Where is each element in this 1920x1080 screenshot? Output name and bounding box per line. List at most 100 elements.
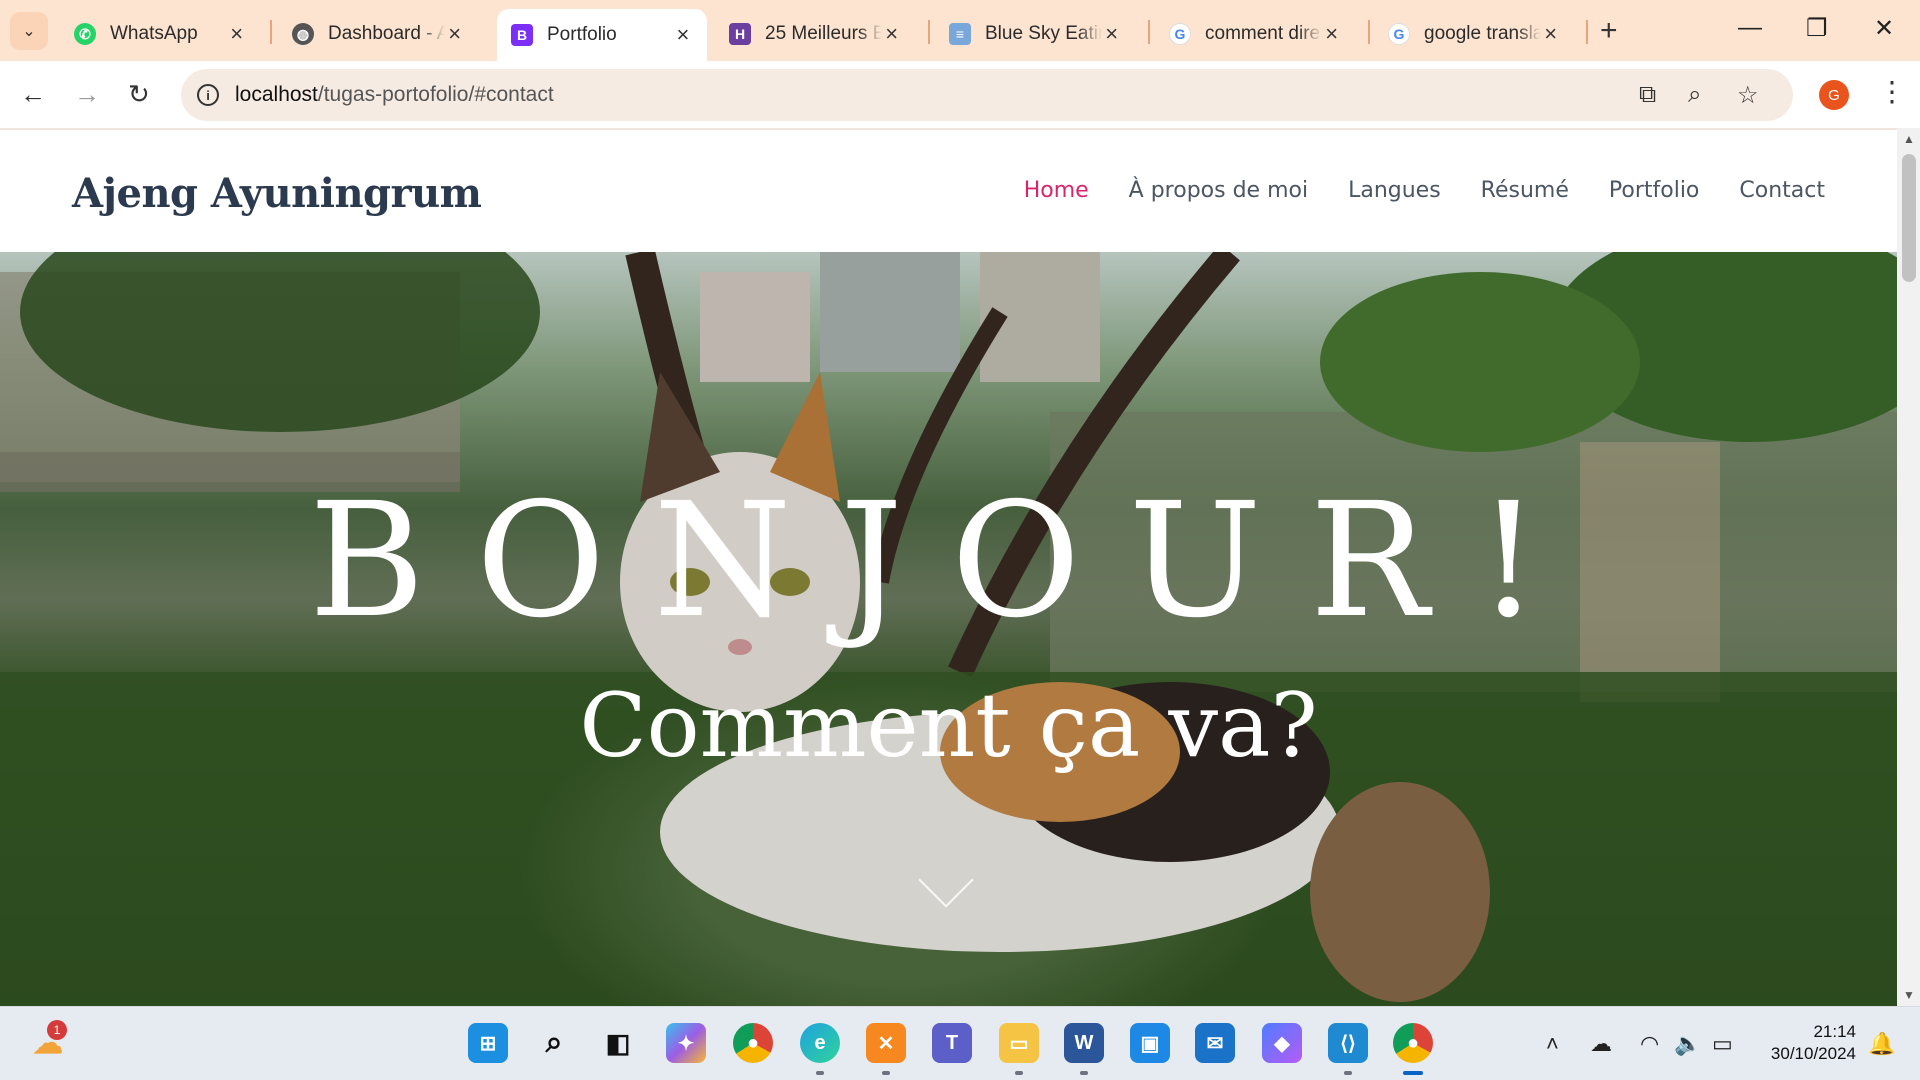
chevron-down-icon: ⌄	[22, 23, 36, 40]
tab-whatsapp[interactable]: ✆ WhatsApp ×	[60, 11, 260, 57]
new-tab-button[interactable]: +	[1600, 14, 1618, 48]
close-icon[interactable]: ×	[1541, 21, 1560, 47]
google-icon: G	[1169, 23, 1191, 45]
onedrive-icon[interactable]: ☁	[1590, 1031, 1612, 1057]
xampp-icon[interactable]: ✕	[866, 1023, 906, 1063]
clock-date: 30/10/2024	[1770, 1044, 1856, 1063]
search-icon[interactable]: ⌕	[534, 1023, 574, 1063]
active-indicator	[1403, 1071, 1423, 1075]
tab-strip: ⌄ ✆ WhatsApp × ◍ Dashboard - A × B Portf…	[0, 0, 1920, 61]
running-indicator	[1344, 1071, 1352, 1075]
tab-search-button[interactable]: ⌄	[10, 12, 48, 50]
translate-icon[interactable]: ⧉	[1639, 81, 1656, 109]
back-button[interactable]: ←	[20, 79, 46, 110]
store-icon[interactable]: ▣	[1130, 1023, 1170, 1063]
site-brand[interactable]: Ajeng Ayuningrum	[72, 170, 482, 217]
notification-bell-icon[interactable]: 🔔	[1868, 1031, 1895, 1057]
word-icon[interactable]: W	[1064, 1023, 1104, 1063]
site-header: Ajeng Ayuningrum Home À propos de moi La…	[0, 128, 1897, 252]
close-icon[interactable]: ×	[673, 22, 693, 48]
website-viewport: Ajeng Ayuningrum Home À propos de moi La…	[0, 128, 1897, 1006]
chrome-icon[interactable]: ●	[733, 1023, 773, 1063]
doc-icon: ≡	[949, 23, 971, 45]
url-host: localhost	[235, 83, 318, 106]
teams-icon[interactable]: T	[932, 1023, 972, 1063]
minimize-button[interactable]: —	[1738, 14, 1762, 42]
close-icon[interactable]: ×	[445, 21, 464, 47]
tab-title: WhatsApp	[110, 23, 198, 44]
bootstrap-icon: B	[511, 24, 533, 46]
scroll-down-icon[interactable]: ▼	[1903, 988, 1915, 1002]
vscode-icon[interactable]: ⟨⟩	[1328, 1023, 1368, 1063]
wifi-icon[interactable]: ◠	[1640, 1031, 1659, 1057]
copilot-icon[interactable]: ✦	[666, 1023, 706, 1063]
mail-icon[interactable]: ✉	[1195, 1023, 1235, 1063]
nav-languages[interactable]: Langues	[1348, 178, 1441, 203]
running-indicator	[816, 1071, 824, 1075]
reload-button[interactable]: ↻	[128, 79, 150, 110]
tab-title: Blue Sky Eatin	[985, 23, 1103, 44]
close-icon[interactable]: ×	[882, 21, 901, 47]
tab-separator	[1586, 20, 1588, 44]
running-indicator	[882, 1071, 890, 1075]
restore-button[interactable]: ❐	[1806, 14, 1828, 43]
address-bar[interactable]: i localhost/tugas-portofolio/#contact ⧉ …	[181, 69, 1793, 121]
clock-time: 21:14	[1813, 1022, 1856, 1041]
site-nav: Home À propos de moi Langues Résumé Port…	[1024, 178, 1825, 203]
browser-toolbar: ← → ↻ i localhost/tugas-portofolio/#cont…	[0, 61, 1920, 128]
close-icon[interactable]: ×	[1322, 21, 1341, 47]
tab-title: 25 Meilleurs E	[765, 23, 883, 44]
file-explorer-icon[interactable]: ▭	[999, 1023, 1039, 1063]
nav-portfolio[interactable]: Portfolio	[1609, 178, 1700, 203]
nav-about[interactable]: À propos de moi	[1129, 178, 1308, 203]
whatsapp-icon: ✆	[74, 23, 96, 45]
bookmark-star-icon[interactable]: ☆	[1737, 81, 1759, 110]
forward-button[interactable]: →	[74, 79, 100, 110]
tab-25-meilleurs[interactable]: H 25 Meilleurs E ×	[715, 11, 915, 57]
running-indicator	[1015, 1071, 1023, 1075]
info-icon[interactable]: i	[197, 84, 219, 106]
page-scrollbar[interactable]: ▲ ▼	[1897, 128, 1920, 1006]
profile-avatar[interactable]: G	[1819, 80, 1849, 110]
tab-title: google transla	[1424, 23, 1542, 44]
scroll-up-icon[interactable]: ▲	[1903, 132, 1915, 146]
h-icon: H	[729, 23, 751, 45]
battery-icon[interactable]: ▭	[1712, 1031, 1733, 1057]
close-icon[interactable]: ×	[227, 21, 246, 47]
tab-title: comment dire	[1205, 23, 1321, 44]
chevron-up-icon[interactable]: ˄	[1546, 1031, 1559, 1057]
tab-separator	[1368, 20, 1370, 44]
tab-portfolio[interactable]: B Portfolio ×	[497, 9, 707, 61]
scroll-thumb[interactable]	[1902, 154, 1916, 282]
system-clock[interactable]: 21:14 30/10/2024	[1760, 1021, 1856, 1065]
zoom-icon[interactable]: ⌕	[1688, 81, 1701, 109]
weather-badge: 1	[47, 1020, 67, 1040]
tab-blue-sky[interactable]: ≡ Blue Sky Eatin ×	[935, 11, 1135, 57]
url-path: /tugas-portofolio/#contact	[317, 83, 554, 106]
copilot-app-icon[interactable]: ◆	[1262, 1023, 1302, 1063]
tab-separator	[928, 20, 930, 44]
globe-icon: ◍	[292, 23, 314, 45]
google-icon: G	[1388, 23, 1410, 45]
tab-title: Dashboard - A	[328, 23, 446, 44]
menu-icon[interactable]: ⋮	[1878, 75, 1906, 108]
tab-comment-dire[interactable]: G comment dire ×	[1155, 11, 1355, 57]
volume-icon[interactable]: 🔈	[1674, 1031, 1701, 1057]
nav-contact[interactable]: Contact	[1739, 178, 1825, 203]
close-window-button[interactable]: ✕	[1874, 14, 1894, 43]
close-icon[interactable]: ×	[1102, 21, 1121, 47]
nav-home[interactable]: Home	[1024, 178, 1089, 203]
tab-dashboard[interactable]: ◍ Dashboard - A ×	[278, 11, 478, 57]
chrome-profile-icon[interactable]: ●	[1393, 1023, 1433, 1063]
edge-icon[interactable]: e	[800, 1023, 840, 1063]
hero-subtitle: Comment ça va?	[579, 674, 1318, 777]
tab-separator	[270, 20, 272, 44]
tab-separator	[1148, 20, 1150, 44]
hero-title: BONJOUR!	[308, 469, 1589, 653]
tab-google-translate[interactable]: G google transla ×	[1374, 11, 1574, 57]
running-indicator	[1080, 1071, 1088, 1075]
nav-resume[interactable]: Résumé	[1481, 178, 1569, 203]
url-text[interactable]: localhost/tugas-portofolio/#contact	[235, 83, 554, 107]
start-icon[interactable]: ⊞	[468, 1023, 508, 1063]
task-view-icon[interactable]: ◧	[598, 1023, 638, 1063]
